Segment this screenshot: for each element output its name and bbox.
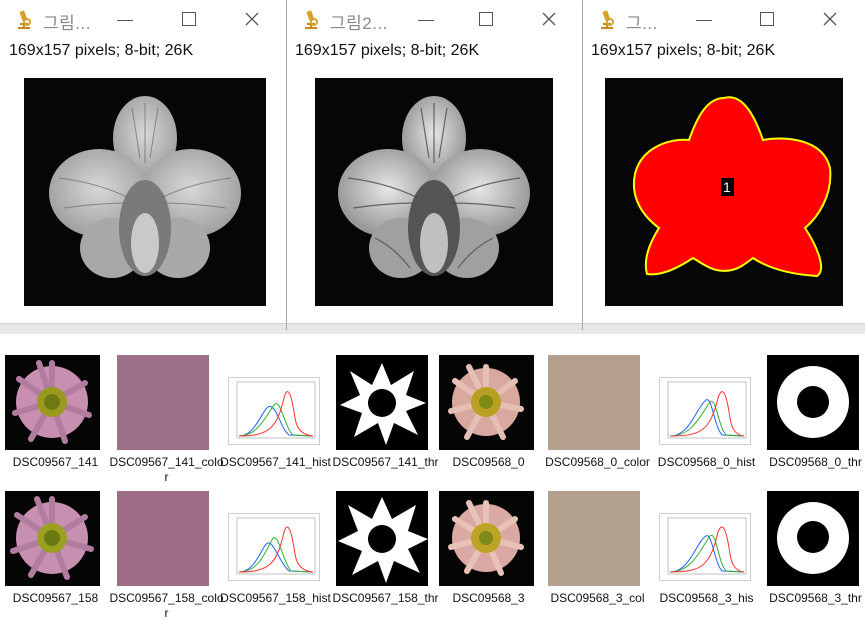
flower-thumbnail bbox=[10, 496, 94, 580]
file-thumbnail bbox=[654, 355, 759, 450]
image-canvas[interactable] bbox=[315, 78, 553, 306]
file-thumbnail bbox=[3, 355, 108, 450]
file-thumbnail bbox=[436, 355, 541, 450]
flower-thumbnail bbox=[448, 500, 524, 576]
file-name: DSC09568_0_thr bbox=[769, 455, 862, 469]
file-name: DSC09567_141 bbox=[12, 455, 99, 469]
microscope-icon bbox=[601, 10, 614, 29]
microscope-icon bbox=[18, 10, 31, 29]
close-icon bbox=[823, 12, 837, 26]
file-name: DSC09568_0_hist bbox=[657, 455, 756, 469]
image-info: 169x157 pixels; 8-bit; 26K bbox=[295, 42, 480, 59]
image-window-1[interactable]: 그림... 169x157 pixels; 8-bit; 26K bbox=[0, 0, 287, 330]
file-name: DSC09568_0 bbox=[452, 455, 525, 469]
close-button[interactable] bbox=[241, 8, 263, 30]
flower-thumbnail bbox=[448, 364, 524, 440]
color-swatch bbox=[548, 491, 640, 586]
image-window-3[interactable]: 그... 169x157 pixels; 8-bit; 26K 1 bbox=[583, 0, 865, 330]
file-thumbnail bbox=[545, 355, 650, 450]
file-thumbnail bbox=[3, 491, 108, 586]
window-title: 그... bbox=[626, 14, 658, 33]
file-name: DSC09567_141_hist bbox=[220, 455, 331, 469]
window-bottom-edge bbox=[583, 323, 865, 330]
file-thumbnail bbox=[223, 355, 328, 450]
file-name: DSC09568_3_his bbox=[659, 591, 754, 605]
maximize-button[interactable] bbox=[177, 8, 199, 30]
file-name: DSC09567_158 bbox=[12, 591, 99, 605]
file-thumbnail bbox=[763, 491, 865, 586]
separator bbox=[0, 330, 865, 334]
flower-thumbnail bbox=[12, 360, 92, 444]
file-thumbnail bbox=[114, 491, 219, 586]
close-button[interactable] bbox=[538, 8, 560, 30]
file-name: DSC09567_158_hist bbox=[220, 591, 331, 605]
file-name: DSC09568_3_thr bbox=[769, 591, 862, 605]
color-swatch bbox=[117, 355, 209, 450]
file-thumbnail bbox=[763, 355, 865, 450]
histogram-chart bbox=[667, 381, 747, 439]
minimize-button[interactable] bbox=[693, 8, 715, 30]
color-swatch bbox=[548, 355, 640, 450]
threshold-thumbnail bbox=[769, 365, 857, 441]
file-thumbnail bbox=[654, 491, 759, 586]
maximize-button[interactable] bbox=[474, 8, 496, 30]
histogram-chart bbox=[236, 381, 316, 439]
image-canvas[interactable]: 1 bbox=[605, 78, 843, 306]
title-bar[interactable]: 그... bbox=[583, 0, 865, 38]
threshold-thumbnail bbox=[338, 497, 428, 583]
window-title: 그림... bbox=[43, 14, 91, 33]
image-canvas[interactable] bbox=[24, 78, 266, 306]
maximize-button[interactable] bbox=[755, 8, 777, 30]
histogram-chart bbox=[236, 517, 316, 575]
file-name: DSC09567_141_thr bbox=[332, 455, 439, 469]
minimize-button[interactable] bbox=[114, 8, 136, 30]
file-name: DSC09568_3_col bbox=[550, 591, 645, 605]
close-icon bbox=[245, 12, 259, 26]
file-name: DSC09568_0_color bbox=[545, 455, 650, 469]
file-thumbnail bbox=[223, 491, 328, 586]
image-window-2[interactable]: 그림2... 169x157 pixels; 8-bit; 26K bbox=[287, 0, 583, 330]
file-thumbnail bbox=[333, 355, 438, 450]
minimize-button[interactable] bbox=[415, 8, 437, 30]
window-bottom-edge bbox=[0, 323, 286, 330]
file-thumbnail bbox=[114, 355, 219, 450]
microscope-icon bbox=[305, 10, 318, 29]
color-swatch bbox=[117, 491, 209, 586]
window-bottom-edge bbox=[287, 323, 582, 330]
window-title: 그림2... bbox=[330, 14, 388, 33]
title-bar[interactable]: 그림2... bbox=[287, 0, 582, 38]
threshold-thumbnail bbox=[769, 501, 857, 577]
close-button[interactable] bbox=[819, 8, 841, 30]
file-thumbnail bbox=[436, 491, 541, 586]
image-info: 169x157 pixels; 8-bit; 26K bbox=[9, 42, 194, 59]
orchid-image bbox=[338, 96, 530, 278]
file-name: DSC09567_158_thr bbox=[332, 591, 439, 605]
file-name: DSC09567_141_color bbox=[109, 455, 224, 484]
threshold-thumbnail bbox=[340, 363, 426, 445]
file-name: DSC09568_3 bbox=[452, 591, 525, 605]
roi-label: 1 bbox=[723, 179, 731, 195]
file-thumbnail bbox=[333, 491, 438, 586]
histogram-chart bbox=[667, 517, 747, 575]
title-bar[interactable]: 그림... bbox=[0, 0, 286, 38]
close-icon bbox=[542, 12, 556, 26]
orchid-image bbox=[49, 96, 241, 278]
file-name: DSC09567_158_color bbox=[109, 591, 224, 620]
file-thumbnail bbox=[545, 491, 650, 586]
image-info: 169x157 pixels; 8-bit; 26K bbox=[591, 42, 776, 59]
